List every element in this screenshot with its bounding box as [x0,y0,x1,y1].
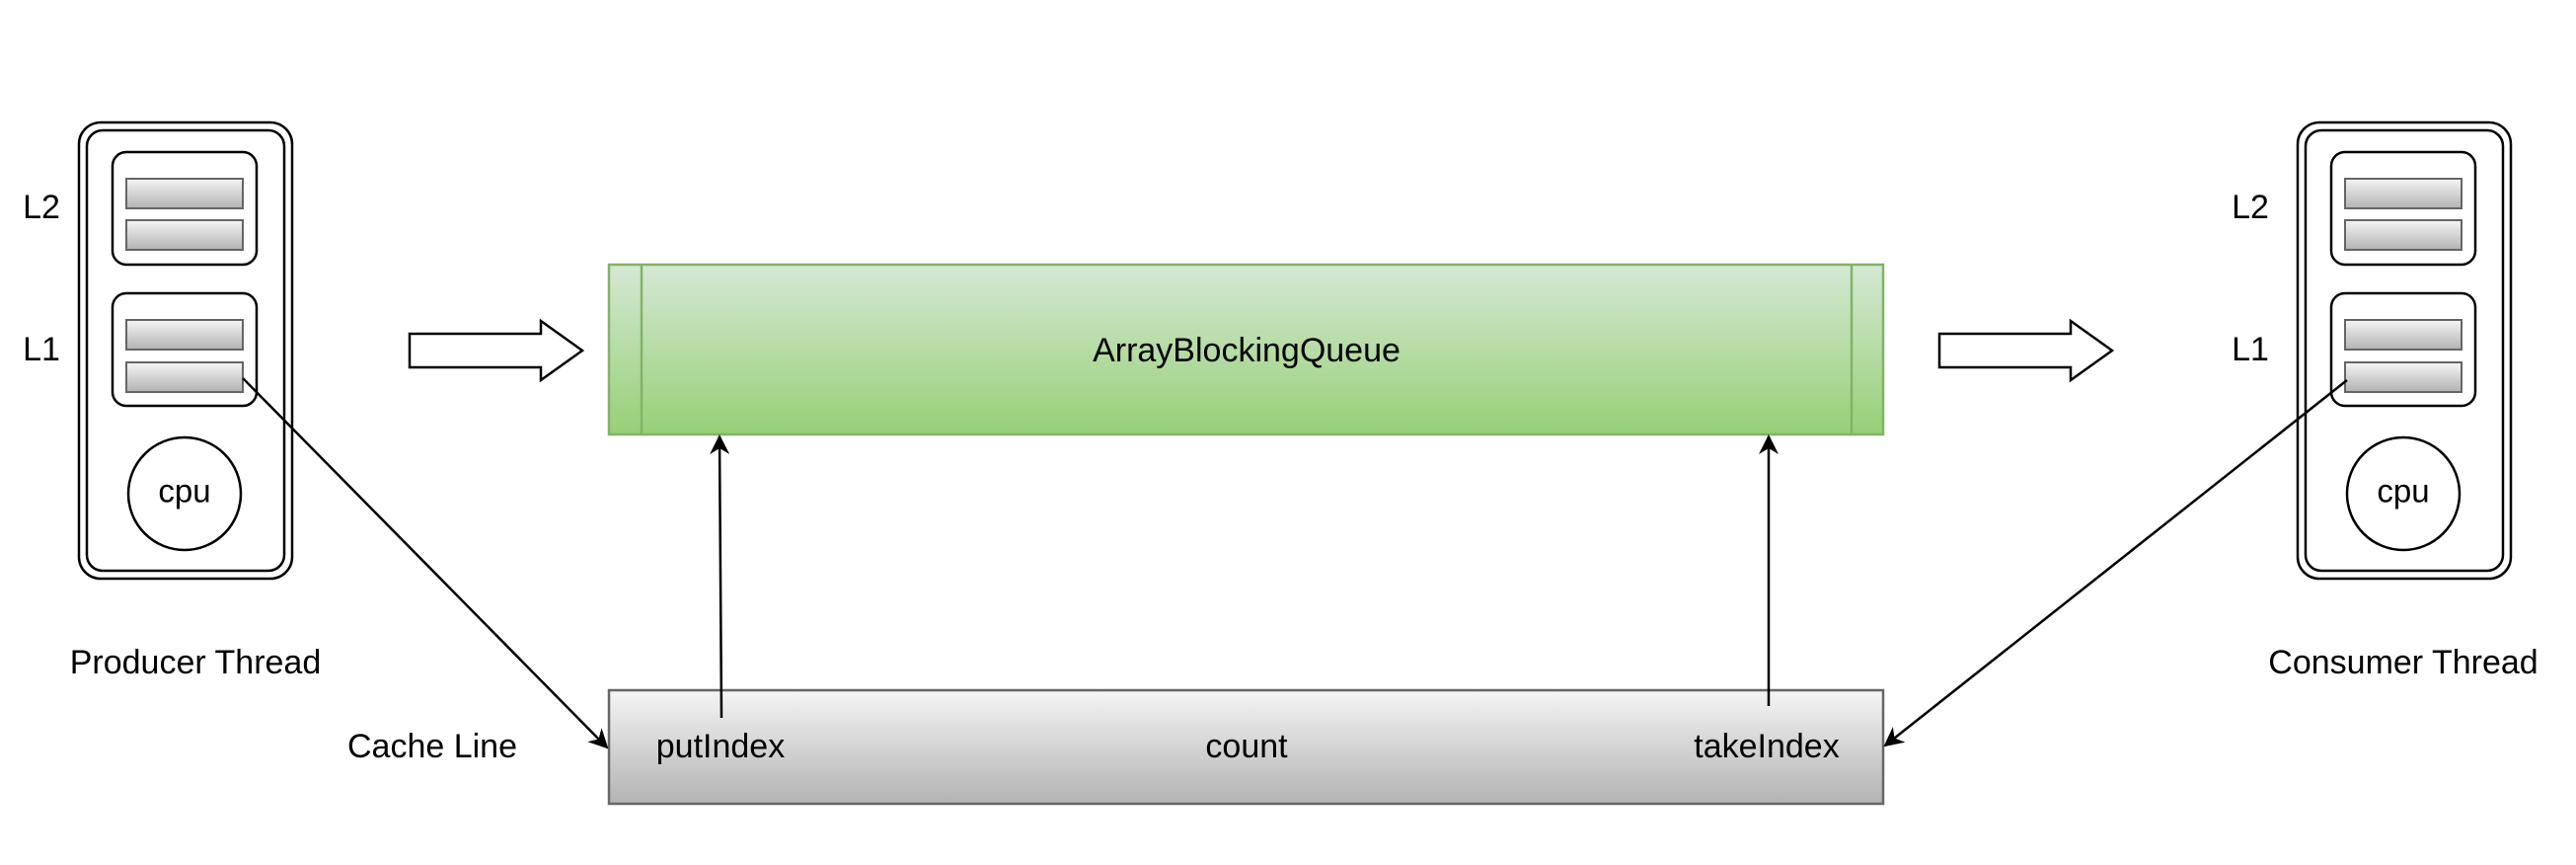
queue-label: ArrayBlockingQueue [1093,332,1401,369]
cache-field-takeindex: takeIndex [1694,728,1839,765]
producer-l2-slot [125,178,244,209]
queue-to-consumer-block-arrow [1937,318,2115,383]
consumer-l2-label: L2 [2232,189,2269,226]
consumer-cpu-label: cpu [2377,473,2429,510]
consumer-l2-slot [2344,178,2462,209]
producer-l2-label: L2 [23,189,60,226]
producer-l1-to-cache-line-arrow [242,377,609,749]
cache-line-node: putIndex count takeIndex [607,688,1885,806]
producer-cpu-node: cpu L2 L1 [23,120,294,581]
producer-thread-label: Producer Thread [70,644,322,681]
consumer-l1-to-cache-line-arrow [1883,379,2348,747]
producer-cpu-label: cpu [158,473,210,510]
consumer-l1-slot [2344,319,2462,351]
producer-l2-slot [125,219,244,251]
consumer-l1-slot [2344,361,2462,393]
producer-l1-slot [125,361,244,393]
producer-l1-label: L1 [23,331,60,368]
cache-field-count: count [1205,728,1288,765]
diagram-canvas: cpu L2 L1 Producer Thread cpu L2 L1 Cons… [23,120,2538,806]
putindex-to-queue-arrow [710,434,730,719]
producer-to-queue-block-arrow [408,318,585,383]
consumer-thread-label: Consumer Thread [2268,644,2538,681]
cache-line-label: Cache Line [347,728,517,765]
consumer-l1-label: L1 [2232,331,2269,368]
producer-l1-slot [125,319,244,351]
cache-field-putindex: putIndex [656,728,785,765]
array-blocking-queue-node: ArrayBlockingQueue [607,263,1885,436]
consumer-cpu-node: cpu L2 L1 [2232,120,2513,581]
consumer-l2-slot [2344,219,2462,251]
